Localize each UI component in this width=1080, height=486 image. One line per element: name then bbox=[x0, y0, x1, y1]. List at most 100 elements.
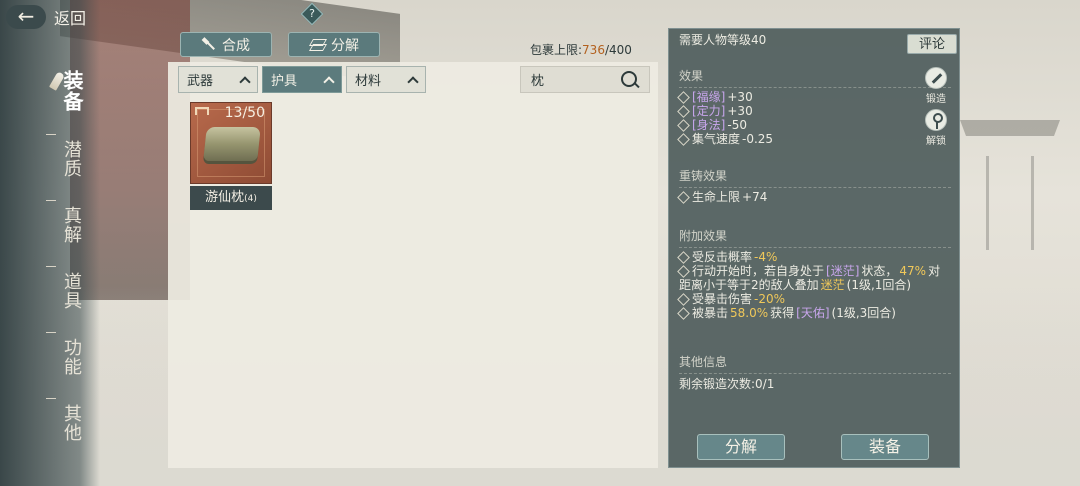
extra-value: 47% bbox=[899, 264, 927, 278]
item-frame: 13/50 bbox=[190, 102, 272, 184]
dismantle-toolbar-button[interactable]: 分解 bbox=[288, 32, 380, 57]
sidebar-item-other[interactable]: 其他 bbox=[46, 398, 82, 442]
capacity-prefix: 包裹上限: bbox=[530, 43, 583, 57]
chevron-up-icon bbox=[407, 75, 419, 88]
effect-line: 集气速度 -0.25 bbox=[677, 132, 774, 146]
reforge-text: 生命上限 bbox=[692, 190, 741, 204]
background-pavilion bbox=[960, 120, 1060, 250]
dismantle-button[interactable]: 分解 bbox=[697, 434, 785, 460]
capacity-max: /400 bbox=[604, 43, 632, 57]
extra-text: 行动开始时，若自身处于 bbox=[692, 264, 825, 278]
effect-value: +30 bbox=[727, 104, 753, 118]
effect-tag: [身法] bbox=[692, 118, 726, 132]
inventory-item[interactable]: 13/50 游仙枕(4) bbox=[190, 102, 272, 210]
dismantle-label: 分解 bbox=[331, 37, 359, 54]
search-icon[interactable] bbox=[621, 70, 639, 89]
chevron-up-icon bbox=[323, 75, 335, 88]
item-level: (4) bbox=[244, 194, 257, 204]
extra-text: (1级,1回合) bbox=[846, 278, 912, 292]
back-button[interactable]: ← 返回 bbox=[6, 4, 116, 30]
key-icon bbox=[925, 109, 947, 131]
extra-text: 受暴击伤害 bbox=[692, 292, 753, 306]
search-input[interactable] bbox=[531, 72, 621, 87]
layers-icon bbox=[309, 39, 325, 51]
diamond-bullet-icon bbox=[677, 265, 690, 278]
diamond-bullet-icon bbox=[677, 293, 690, 306]
extra-text: 被暴击 bbox=[692, 306, 729, 320]
craft-label: 合成 bbox=[222, 37, 250, 54]
item-name-text: 游仙枕 bbox=[205, 190, 245, 205]
rarity-tag-icon bbox=[195, 107, 209, 115]
tab-label: 护具 bbox=[271, 74, 298, 89]
tab-armor[interactable]: 护具 bbox=[262, 66, 342, 93]
tab-materials[interactable]: 材料 bbox=[346, 66, 426, 93]
extra-title: 附加效果 bbox=[679, 227, 951, 248]
tab-weapons[interactable]: 武器 bbox=[178, 66, 258, 93]
extra-value: -20% bbox=[754, 292, 786, 306]
extra-value: -4% bbox=[754, 250, 778, 264]
unlock-button[interactable]: 解锁 bbox=[921, 109, 951, 147]
forge-count-text: 剩余锻造次数:0/1 bbox=[679, 377, 775, 391]
inventory-panel: 武器 护具 材料 13/50 游仙枕(4) bbox=[168, 62, 658, 468]
effect-value: +30 bbox=[727, 90, 753, 104]
effect-line: [定力] +30 bbox=[677, 104, 753, 118]
effect-value: -0.25 bbox=[742, 132, 774, 146]
effect-text: 集气速度 bbox=[692, 132, 741, 146]
filter-bar: 武器 护具 材料 bbox=[178, 66, 426, 93]
chevron-up-icon bbox=[239, 75, 251, 88]
effect-tag: [福缘] bbox=[692, 90, 726, 104]
sidebar-item-function[interactable]: 功能 bbox=[46, 332, 82, 376]
category-sidebar: 装备 潜质 真解 道具 功能 其他 bbox=[46, 70, 84, 470]
reforge-title: 重铸效果 bbox=[679, 167, 951, 188]
extra-tag: 迷茫 bbox=[820, 278, 845, 292]
diamond-bullet-icon bbox=[677, 119, 690, 132]
comment-button[interactable]: 评论 bbox=[907, 34, 957, 54]
sidebar-item-label: 其他 bbox=[61, 404, 82, 442]
tab-label: 材料 bbox=[355, 74, 382, 89]
back-label: 返回 bbox=[54, 9, 87, 28]
extra-line: 距离小于等于2的敌人叠加 迷茫 (1级,1回合) bbox=[679, 279, 911, 292]
extra-line: 受反击概率 -4% bbox=[677, 250, 778, 264]
required-level: 需要人物等级40 bbox=[679, 33, 767, 47]
sidebar-item-true-solution[interactable]: 真解 bbox=[46, 200, 82, 244]
extra-line: 被暴击 58.0% 获得 [天佑] (1级,3回合) bbox=[677, 306, 896, 320]
diamond-bullet-icon bbox=[677, 251, 690, 264]
extra-text: 状态， bbox=[861, 264, 898, 278]
reforge-value: +74 bbox=[742, 190, 768, 204]
effect-line: [福缘] +30 bbox=[677, 90, 753, 104]
effects-title: 效果 bbox=[679, 67, 951, 88]
effect-value: -50 bbox=[727, 118, 747, 132]
sidebar-item-label: 功能 bbox=[61, 338, 82, 376]
tab-label: 武器 bbox=[187, 74, 214, 89]
extra-text: (1级,3回合) bbox=[831, 306, 896, 320]
sidebar-item-props[interactable]: 道具 bbox=[46, 266, 82, 310]
extra-tag: [迷茫] bbox=[826, 264, 860, 278]
diamond-bullet-icon bbox=[677, 191, 690, 204]
effect-line: [身法] -50 bbox=[677, 118, 747, 132]
back-arrow-icon: ← bbox=[6, 5, 46, 29]
sidebar-item-label: 潜质 bbox=[61, 140, 82, 178]
diamond-bullet-icon bbox=[677, 133, 690, 146]
sidebar-item-potential[interactable]: 潜质 bbox=[46, 134, 82, 178]
extra-text: 距离小于等于2的敌人叠加 bbox=[679, 278, 819, 292]
diamond-bullet-icon bbox=[677, 91, 690, 104]
reforge-line: 生命上限 +74 bbox=[677, 190, 768, 204]
equip-button[interactable]: 装备 bbox=[841, 434, 929, 460]
sidebar-item-equipment[interactable]: 装备 bbox=[49, 70, 84, 112]
unlock-label: 解锁 bbox=[926, 136, 946, 147]
extra-text: 获得 bbox=[770, 306, 795, 320]
sidebar-item-label: 道具 bbox=[61, 272, 82, 310]
extra-line: 受暴击伤害 -20% bbox=[677, 292, 786, 306]
extra-tag: [天佑] bbox=[796, 306, 830, 320]
extra-line: 行动开始时，若自身处于 [迷茫] 状态， 47% 对 bbox=[677, 264, 941, 278]
search-box bbox=[520, 66, 650, 93]
item-detail-panel: 需要人物等级40 评论 锻造 解锁 效果 [福缘] +30 [定力] +30 [身法… bbox=[668, 28, 960, 468]
extra-text: 对 bbox=[928, 264, 941, 278]
other-info-title: 其他信息 bbox=[679, 353, 951, 374]
extra-text: 受反击概率 bbox=[692, 250, 753, 264]
craft-button[interactable]: 合成 bbox=[180, 32, 272, 57]
sidebar-item-label: 真解 bbox=[61, 206, 82, 244]
hammer-icon bbox=[202, 38, 216, 52]
diamond-bullet-icon bbox=[677, 307, 690, 320]
pillow-icon bbox=[203, 127, 261, 161]
